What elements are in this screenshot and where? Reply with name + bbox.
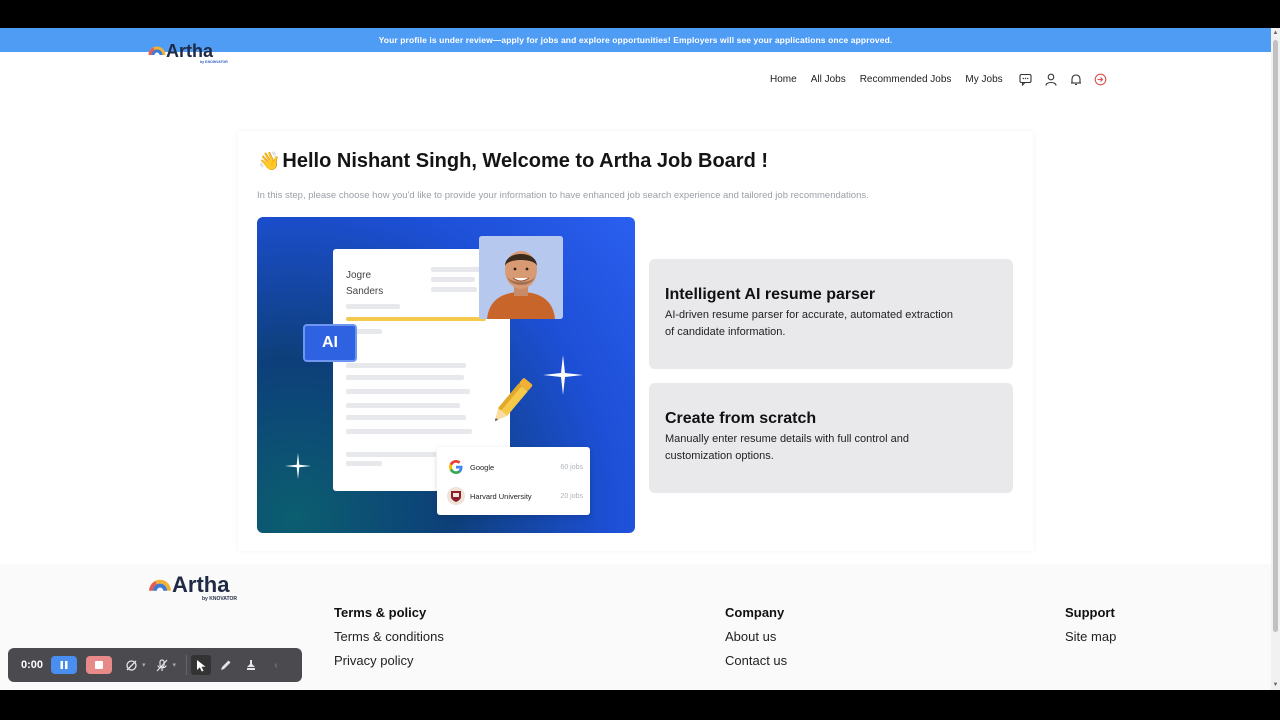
toolbar-divider: [186, 655, 188, 675]
footer-col-support: Support Site map: [1065, 605, 1116, 653]
pause-button[interactable]: [51, 656, 77, 674]
footer-logo-byline: by KNOVATOR: [202, 596, 238, 602]
artha-logo-icon: [148, 46, 166, 56]
resume-illustration: Jogre Sanders AI Google 60 jobs Harvard …: [257, 217, 635, 533]
microphone-off-icon[interactable]: [152, 655, 172, 675]
footer-link-contact-us[interactable]: Contact us: [725, 653, 787, 668]
job-company-harvard: Harvard University: [470, 491, 532, 501]
resume-line: [346, 389, 470, 394]
footer-col-terms: Terms & policy Terms & conditions Privac…: [334, 605, 444, 677]
wave-emoji: 👋: [258, 151, 281, 171]
resume-line: [346, 452, 436, 457]
review-banner-text: Your profile is under review—apply for j…: [378, 35, 893, 45]
resume-line: [346, 375, 464, 380]
sparkle-icon: [285, 453, 311, 479]
footer-heading-terms: Terms & policy: [334, 605, 427, 620]
resume-line: [346, 403, 460, 408]
option-scratch-description: Manually enter resume details with full …: [665, 433, 909, 462]
footer-logo[interactable]: Artha by KNOVATOR: [148, 572, 237, 602]
nav-recommended-jobs[interactable]: Recommended Jobs: [860, 74, 952, 85]
vertical-scrollbar[interactable]: ▲ ▼: [1271, 28, 1280, 690]
top-nav: Home All Jobs Recommended Jobs My Jobs: [770, 72, 1119, 86]
resume-highlight: [346, 317, 486, 321]
logout-icon[interactable]: [1094, 72, 1108, 86]
collapse-toolbar-chevron-icon[interactable]: ‹: [266, 655, 286, 675]
option-create-from-scratch[interactable]: Create from scratch Manually enter resum…: [649, 383, 1013, 493]
option-ai-title: Intelligent AI resume parser: [665, 286, 876, 303]
eraser-tool-icon[interactable]: [241, 655, 261, 675]
resume-line: [346, 429, 472, 434]
recording-timer: 0:00: [21, 659, 44, 671]
header-logo[interactable]: Artha by KNOWVATOR: [148, 41, 228, 64]
resume-line: [431, 287, 477, 292]
pencil-icon: [494, 378, 533, 422]
harvard-logo-icon: [447, 487, 465, 505]
resume-line: [346, 304, 400, 309]
stop-button[interactable]: [86, 656, 112, 674]
cursor-tool-icon[interactable]: [191, 655, 212, 675]
resume-line: [431, 267, 481, 272]
footer-heading-support: Support: [1065, 605, 1115, 620]
pen-tool-icon[interactable]: [216, 655, 236, 675]
footer-link-terms-conditions[interactable]: Terms & conditions: [334, 629, 444, 644]
user-icon[interactable]: [1044, 72, 1058, 86]
sparkle-icon: [543, 355, 583, 395]
scroll-up-arrow-icon[interactable]: ▲: [1271, 28, 1280, 38]
footer-link-privacy-policy[interactable]: Privacy policy: [334, 653, 444, 668]
header-logo-text: Artha: [166, 41, 214, 61]
scrollbar-thumb[interactable]: [1273, 40, 1278, 632]
footer-link-site-map[interactable]: Site map: [1065, 629, 1116, 644]
resume-line: [431, 277, 475, 282]
chat-icon[interactable]: [1019, 72, 1033, 86]
footer-col-company: Company About us Contact us: [725, 605, 787, 677]
footer-logo-text: Artha: [172, 572, 230, 597]
nav-my-jobs[interactable]: My Jobs: [965, 74, 1002, 85]
resume-line: [346, 415, 466, 420]
job-row-google: Google 60 jobs: [447, 457, 583, 477]
ai-badge: AI: [303, 324, 357, 362]
camera-off-icon[interactable]: [121, 655, 141, 675]
stop-icon: [95, 661, 103, 669]
scroll-down-arrow-icon[interactable]: ▼: [1271, 680, 1280, 690]
resume-name: Jogre Sanders: [346, 270, 384, 297]
option-ai-resume-parser[interactable]: Intelligent AI resume parser AI-driven r…: [649, 259, 1013, 369]
job-company-google: Google: [470, 462, 495, 472]
job-row-harvard: Harvard University 20 jobs: [447, 486, 583, 506]
welcome-title: Hello Nishant Singh, Welcome to Artha Jo…: [282, 150, 769, 172]
option-scratch-title: Create from scratch: [665, 410, 817, 427]
google-logo-icon: [447, 458, 465, 476]
bell-icon[interactable]: [1069, 72, 1083, 86]
nav-home[interactable]: Home: [770, 74, 797, 85]
footer-heading-company: Company: [725, 605, 785, 620]
browser-viewport: Your profile is under review—apply for j…: [0, 28, 1280, 690]
welcome-subtitle: In this step, please choose how you'd li…: [257, 190, 869, 201]
jobs-card: Google 60 jobs Harvard University 20 job…: [437, 447, 590, 515]
candidate-photo: [479, 236, 563, 319]
header-logo-byline: by KNOWVATOR: [200, 60, 228, 64]
resume-line: [346, 461, 382, 466]
microphone-options-chevron-icon[interactable]: ▾: [173, 661, 177, 669]
option-ai-description: AI-driven resume parser for accurate, au…: [665, 309, 953, 338]
welcome-heading: 👋 Hello Nishant Singh, Welcome to Artha …: [258, 150, 768, 173]
artha-logo-icon: [149, 579, 171, 592]
footer-link-about-us[interactable]: About us: [725, 629, 787, 644]
camera-options-chevron-icon[interactable]: ▾: [142, 661, 146, 669]
pause-icon: [60, 661, 68, 669]
job-count-google: 60 jobs: [560, 463, 583, 471]
job-count-harvard: 20 jobs: [560, 492, 583, 500]
screen-recorder-toolbar: 0:00 ▾ ▾ ‹: [8, 648, 302, 682]
nav-all-jobs[interactable]: All Jobs: [811, 74, 846, 85]
resume-line: [346, 363, 466, 368]
